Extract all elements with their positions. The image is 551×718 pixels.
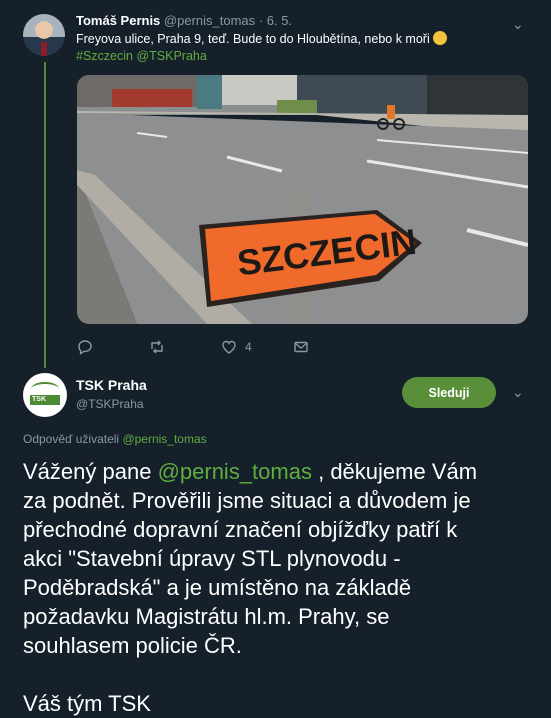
tweet-actions: 4: [77, 339, 337, 355]
tweet-text-content: Freyova ulice, Praha 9, teď. Bude to do …: [76, 32, 430, 46]
retweet-icon: [151, 340, 163, 354]
tweet-text: Freyova ulice, Praha 9, teď. Bude to do …: [76, 31, 447, 46]
tweet-date[interactable]: 6. 5.: [267, 13, 292, 28]
author-handle[interactable]: @TSKPraha: [76, 397, 144, 411]
hashtag-link[interactable]: #Szczecin: [76, 49, 133, 63]
reply-icon: [78, 340, 92, 355]
body-line: souhlasem policie ČR.: [23, 633, 242, 658]
reply-prefix: Odpověď uživateli: [23, 432, 120, 446]
tweet-tags: #Szczecin @TSKPraha: [76, 49, 207, 63]
mention-link[interactable]: @pernis_tomas: [158, 459, 312, 484]
envelope-icon: [294, 341, 308, 353]
chevron-down-icon[interactable]: ⌄: [512, 16, 524, 33]
tweet-header: Tomáš Pernis @pernis_tomas · 6. 5.: [76, 13, 292, 28]
mention-link[interactable]: @TSKPraha: [136, 49, 206, 63]
separator: ·: [258, 13, 264, 28]
retweet-button[interactable]: [149, 339, 173, 355]
body-line: Vážený pane @pernis_tomas , děkujeme Vám: [23, 457, 543, 486]
like-count: 4: [245, 340, 252, 354]
heart-icon: [222, 340, 236, 354]
body-line: přechodné dopravní značení objížďky patř…: [23, 517, 458, 542]
body-line: požadavku Magistrátu hl.m. Prahy, se: [23, 604, 390, 629]
body-text: Vážený pane: [23, 459, 152, 484]
body-line: Poděbradská" a je umístěno na základě: [23, 575, 412, 600]
avatar[interactable]: TSK: [23, 373, 67, 417]
author-name[interactable]: Tomáš Pernis: [76, 13, 160, 28]
tweet-photo[interactable]: SZCZECIN: [77, 75, 528, 324]
body-signature: Váš tým TSK: [23, 691, 151, 716]
thinking-emoji-icon: [432, 31, 447, 45]
body-text: , děkujeme Vám: [318, 459, 478, 484]
following-button[interactable]: Sleduji: [402, 377, 496, 408]
chevron-down-icon[interactable]: ⌄: [512, 384, 524, 401]
reply-button[interactable]: [77, 339, 101, 355]
avatar-logo-text: TSK: [32, 396, 46, 403]
avatar[interactable]: [23, 14, 65, 56]
like-button[interactable]: 4: [221, 339, 252, 355]
tweet-body: Vážený pane @pernis_tomas , děkujeme Vám…: [23, 457, 543, 718]
thread-line: [44, 62, 46, 368]
reply-mention-link[interactable]: @pernis_tomas: [122, 432, 206, 446]
body-line: za podnět. Prověřili jsme situaci a důvo…: [23, 488, 471, 513]
author-name[interactable]: TSK Praha: [76, 377, 147, 393]
body-line: akci "Stavební úpravy STL plynovodu -: [23, 546, 401, 571]
message-button[interactable]: [293, 339, 309, 355]
reply-context: Odpověď uživateli @pernis_tomas: [23, 432, 207, 446]
logo-arc: [31, 382, 59, 396]
author-handle[interactable]: @pernis_tomas: [164, 13, 255, 28]
